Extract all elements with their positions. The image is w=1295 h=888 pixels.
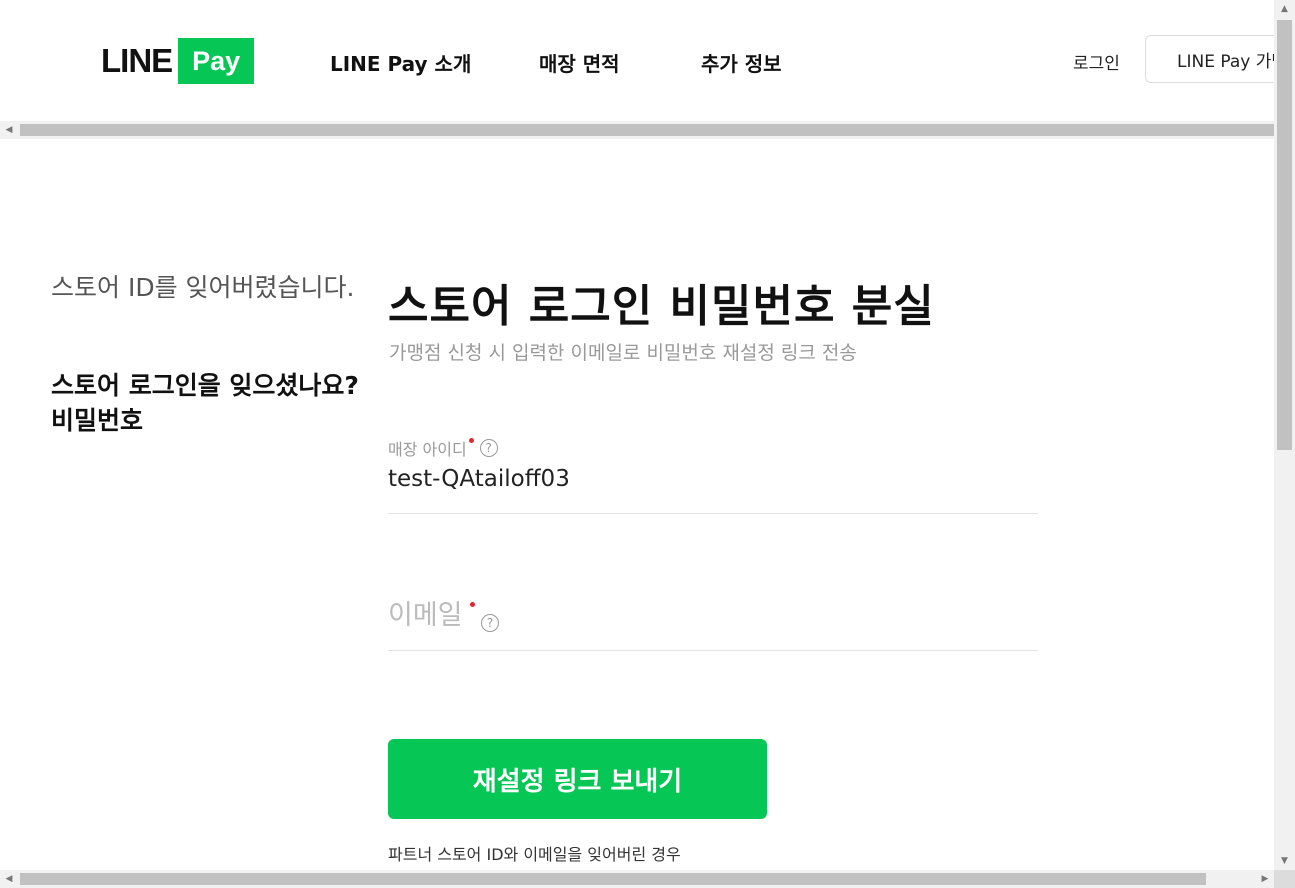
scroll-left-arrow-icon[interactable]: ◀ xyxy=(0,870,18,888)
email-field: ? xyxy=(388,600,1038,651)
nav-item-store[interactable]: 매장 면적 xyxy=(539,48,620,77)
header-horizontal-scrollbar[interactable]: ◀ xyxy=(0,121,1274,139)
login-link[interactable]: 로그인 xyxy=(1073,49,1120,74)
required-dot-icon xyxy=(468,437,474,443)
scroll-down-arrow-icon[interactable]: ▼ xyxy=(1274,852,1295,870)
sidebar-current-line2: 비밀번호 xyxy=(51,406,144,435)
sidebar-current-line1: 스토어 로그인을 잊으셨나요? xyxy=(51,371,359,400)
required-dot-icon xyxy=(470,602,475,607)
email-input[interactable] xyxy=(388,600,470,631)
logo-pay-badge: Pay xyxy=(178,38,255,84)
vertical-scrollbar[interactable]: ▲ ▼ xyxy=(1274,0,1295,870)
send-reset-link-button[interactable]: 재설정 링크 보내기 xyxy=(388,739,767,819)
sidebar-current-item: 스토어 로그인을 잊으셨나요? 비밀번호 xyxy=(51,368,381,438)
store-id-label-row: 매장 아이디 ? xyxy=(388,436,1038,460)
store-id-input[interactable] xyxy=(388,466,1028,492)
line-pay-logo[interactable]: LINE Pay xyxy=(101,38,255,84)
scroll-left-arrow-icon[interactable]: ◀ xyxy=(0,121,18,139)
scroll-right-arrow-icon[interactable]: ▶ xyxy=(1256,870,1274,888)
scrollbar-thumb[interactable] xyxy=(20,124,1274,136)
store-id-field: 매장 아이디 ? xyxy=(388,436,1038,514)
join-button[interactable]: LINE Pay 가맹점 xyxy=(1145,35,1295,83)
scrollbar-thumb[interactable] xyxy=(1277,20,1292,450)
logo-line-text: LINE xyxy=(101,42,173,79)
scroll-up-arrow-icon[interactable]: ▲ xyxy=(1274,0,1295,18)
help-icon[interactable]: ? xyxy=(479,439,498,457)
page-title: 스토어 로그인 비밀번호 분실 xyxy=(388,281,935,332)
page-subtitle: 가맹점 신청 시 입력한 이메일로 비밀번호 재설정 링크 전송 xyxy=(389,342,857,364)
help-icon[interactable]: ? xyxy=(481,614,499,632)
page-horizontal-scrollbar[interactable]: ◀ ▶ xyxy=(0,870,1274,888)
nav-item-info[interactable]: 추가 정보 xyxy=(701,48,782,77)
scrollbar-corner xyxy=(1274,870,1295,888)
site-header: LINE Pay LINE Pay 소개 매장 면적 추가 정보 로그인 LIN… xyxy=(0,0,1295,121)
sidebar-forgot-id-link[interactable]: 스토어 ID를 잊어버렸습니다. xyxy=(51,270,381,305)
scrollbar-thumb[interactable] xyxy=(20,873,1206,885)
nav-item-about[interactable]: LINE Pay 소개 xyxy=(330,48,471,77)
forgot-id-email-note[interactable]: 파트너 스토어 ID와 이메일을 잊어버린 경우 xyxy=(388,841,681,865)
store-id-label: 매장 아이디 xyxy=(388,440,467,459)
